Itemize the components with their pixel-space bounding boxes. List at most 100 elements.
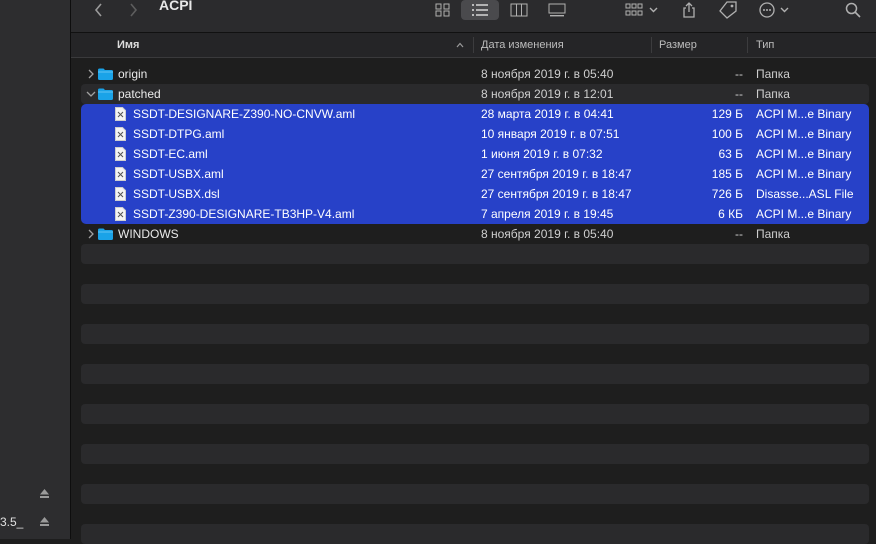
group-button[interactable] (621, 0, 663, 20)
chevron-right-icon (130, 3, 138, 17)
empty-row (81, 444, 869, 464)
empty-row (81, 244, 869, 264)
eject-icon[interactable] (39, 516, 50, 527)
file-name: SSDT-EC.aml (133, 147, 208, 161)
file-date: 27 сентября 2019 г. в 18:47 (481, 167, 632, 181)
file-date: 1 июня 2019 г. в 07:32 (481, 147, 603, 161)
list-view-button[interactable] (461, 0, 499, 20)
file-date: 10 января 2019 г. в 07:51 (481, 127, 620, 141)
empty-row (81, 364, 869, 384)
sidebar-item-disk-1[interactable] (0, 484, 70, 504)
list-item-folder[interactable]: origin 8 ноября 2019 г. в 05:40 -- Папка (81, 64, 869, 84)
chevron-left-icon (94, 3, 102, 17)
file-name: SSDT-USBX.dsl (133, 187, 220, 201)
column-divider[interactable] (747, 37, 748, 53)
file-date: 28 марта 2019 г. в 04:41 (481, 107, 614, 121)
share-button[interactable] (677, 0, 701, 20)
column-date-label: Дата изменения (481, 39, 564, 51)
file-size: 100 Б (711, 127, 743, 141)
more-icon (759, 2, 789, 18)
file-size: 129 Б (711, 107, 743, 121)
search-icon (845, 2, 861, 18)
document-icon (115, 187, 126, 201)
sidebar: 3.5_ (0, 0, 71, 539)
document-icon (115, 127, 126, 141)
column-header: Имя Дата изменения Размер Тип (71, 33, 876, 58)
disclosure-right-icon[interactable] (86, 229, 96, 239)
file-size: 6 КБ (718, 207, 743, 221)
file-kind: ACPI M...e Binary (756, 127, 852, 141)
empty-row (81, 484, 869, 504)
file-name: WINDOWS (118, 227, 179, 241)
file-size: 63 Б (718, 147, 743, 161)
file-size: 726 Б (711, 187, 743, 201)
column-header-name[interactable]: Имя (117, 33, 464, 57)
toolbar: ACPI (71, 0, 876, 33)
column-header-date[interactable]: Дата изменения (481, 33, 641, 57)
file-kind: ACPI M...e Binary (756, 167, 852, 181)
list-item-file[interactable]: SSDT-USBX.aml 27 сентября 2019 г. в 18:4… (81, 164, 869, 184)
file-name: SSDT-Z390-DESIGNARE-TB3HP-V4.aml (133, 207, 355, 221)
file-size: -- (735, 227, 743, 241)
search-button[interactable] (841, 0, 865, 20)
back-button[interactable] (89, 0, 109, 20)
sidebar-item-disk-2[interactable]: 3.5_ (0, 512, 70, 532)
file-kind: ACPI M...e Binary (756, 107, 852, 121)
tag-icon (719, 1, 737, 19)
group-icon (625, 3, 658, 16)
file-date: 8 ноября 2019 г. в 12:01 (481, 87, 614, 101)
disclosure-right-icon[interactable] (86, 69, 96, 79)
column-view-icon (510, 3, 528, 17)
list-view-icon (472, 4, 488, 16)
list-item-file[interactable]: SSDT-EC.aml 1 июня 2019 г. в 07:32 63 Б … (81, 144, 869, 164)
disclosure-down-icon[interactable] (86, 89, 96, 99)
empty-row (81, 284, 869, 304)
document-icon (115, 207, 126, 221)
more-button[interactable] (757, 0, 795, 20)
eject-icon[interactable] (39, 488, 50, 499)
file-name: patched (118, 87, 161, 101)
file-kind: Disasse...ASL File (756, 187, 854, 201)
file-date: 27 сентября 2019 г. в 18:47 (481, 187, 632, 201)
column-name-label: Имя (117, 39, 140, 51)
gallery-view-button[interactable] (545, 0, 569, 20)
folder-icon (98, 88, 113, 100)
list-item-folder[interactable]: WINDOWS 8 ноября 2019 г. в 05:40 -- Папк… (81, 224, 869, 244)
sidebar-item-label: 3.5_ (0, 515, 24, 529)
file-date: 8 ноября 2019 г. в 05:40 (481, 67, 614, 81)
file-size: -- (735, 87, 743, 101)
file-kind: ACPI M...e Binary (756, 207, 852, 221)
empty-row (81, 524, 869, 544)
column-view-button[interactable] (507, 0, 531, 20)
file-name: origin (118, 67, 148, 81)
column-kind-label: Тип (756, 39, 775, 51)
document-icon (115, 167, 126, 181)
list-item-file[interactable]: SSDT-Z390-DESIGNARE-TB3HP-V4.aml 7 апрел… (81, 204, 869, 224)
list-item-folder[interactable]: patched 8 ноября 2019 г. в 12:01 -- Папк… (81, 84, 869, 104)
column-divider[interactable] (651, 37, 652, 53)
file-kind: ACPI M...e Binary (756, 147, 852, 161)
file-kind: Папка (756, 67, 790, 81)
column-header-kind[interactable]: Тип (756, 33, 856, 57)
list-item-file[interactable]: SSDT-DTPG.aml 10 января 2019 г. в 07:51 … (81, 124, 869, 144)
list-item-file[interactable]: SSDT-USBX.dsl 27 сентября 2019 г. в 18:4… (81, 184, 869, 204)
forward-button[interactable] (123, 0, 143, 20)
folder-icon (98, 228, 113, 240)
file-kind: Папка (756, 87, 790, 101)
tag-button[interactable] (715, 0, 741, 20)
icon-view-button[interactable] (431, 0, 455, 20)
column-divider[interactable] (473, 37, 474, 53)
file-date: 7 апреля 2019 г. в 19:45 (481, 207, 614, 221)
empty-row (81, 404, 869, 424)
column-header-size[interactable]: Размер (659, 33, 739, 57)
file-name: SSDT-USBX.aml (133, 167, 224, 181)
file-size: 185 Б (711, 167, 743, 181)
window-title: ACPI (159, 0, 193, 13)
file-name: SSDT-DESIGNARE-Z390-NO-CNVW.aml (133, 107, 356, 121)
file-kind: Папка (756, 227, 790, 241)
file-size: -- (735, 67, 743, 81)
sort-ascending-icon (456, 42, 464, 48)
list-item-file[interactable]: SSDT-DESIGNARE-Z390-NO-CNVW.aml 28 марта… (81, 104, 869, 124)
document-icon (115, 107, 126, 121)
share-icon (683, 2, 695, 18)
